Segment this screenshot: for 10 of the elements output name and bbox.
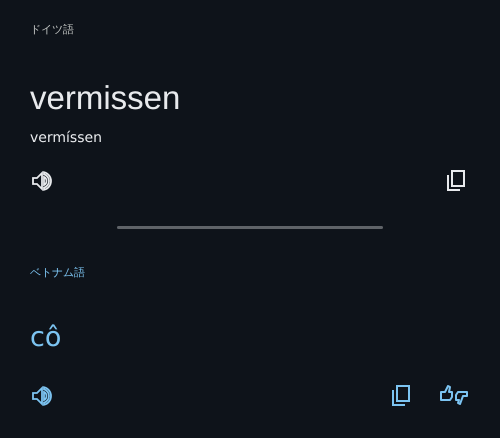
copy-icon[interactable] xyxy=(444,169,468,193)
speaker-icon[interactable] xyxy=(30,169,54,193)
feedback-icon[interactable] xyxy=(438,384,470,408)
target-language-label: ベトナム語 xyxy=(30,265,86,281)
source-text: vermissen xyxy=(30,78,182,118)
transliteration-text: vermíssen xyxy=(30,129,104,148)
copy-icon[interactable] xyxy=(389,384,413,408)
translation-text: cô xyxy=(30,321,62,355)
speaker-icon[interactable] xyxy=(30,384,54,408)
source-language-label: ドイツ語 xyxy=(30,22,75,38)
